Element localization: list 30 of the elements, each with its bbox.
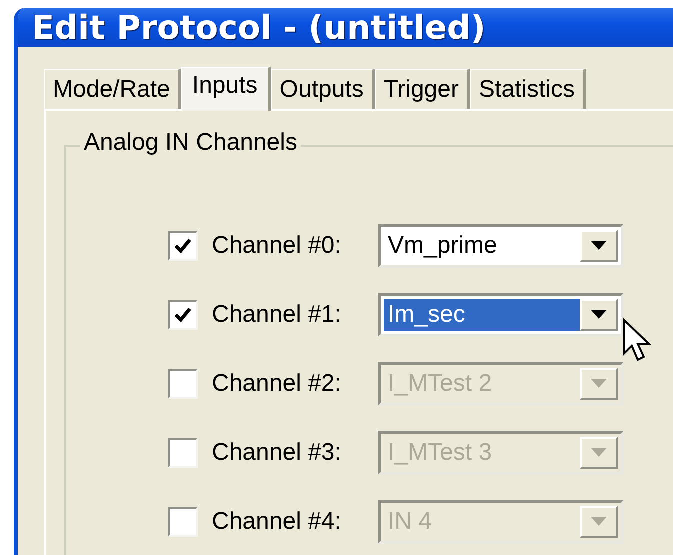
channel-label: Channel #3: [212, 438, 342, 466]
caret-icon [591, 448, 607, 457]
caret-icon [591, 310, 607, 319]
channel-label: Channel #1: [212, 300, 342, 328]
dropdown-value: Im_sec [384, 298, 580, 330]
dropdown-button[interactable] [580, 298, 618, 330]
dropdown-value: Vm_prime [387, 230, 498, 260]
tab[interactable]: Outputs [270, 69, 375, 109]
dropdown-value: I_MTest 2 [387, 368, 494, 398]
tab[interactable]: Trigger [374, 69, 470, 109]
pointer-icon [622, 318, 652, 364]
check-icon [174, 306, 192, 322]
dropdown[interactable]: Im_sec [378, 292, 624, 336]
dropdown-value: I_MTest 3 [387, 438, 494, 468]
check-icon [174, 238, 192, 254]
dropdown-button[interactable] [580, 230, 618, 262]
tab[interactable]: Statistics [470, 69, 586, 109]
caret-icon [591, 379, 607, 388]
dropdown-value: IN 4 [387, 506, 434, 536]
caret-icon [591, 241, 607, 250]
checkbox[interactable] [168, 230, 198, 260]
dropdown[interactable]: Vm_prime [378, 224, 624, 268]
tab[interactable]: Inputs [181, 67, 271, 111]
channel-label: Channel #4: [212, 508, 342, 536]
channel-label: Channel #0: [212, 232, 342, 260]
caret-icon [591, 517, 607, 526]
channel-label: Channel #2: [212, 370, 342, 398]
window-title: Edit Protocol - (untitled) [32, 8, 486, 47]
tab[interactable]: Mode/Rate [44, 69, 182, 109]
checkbox[interactable] [168, 300, 198, 330]
